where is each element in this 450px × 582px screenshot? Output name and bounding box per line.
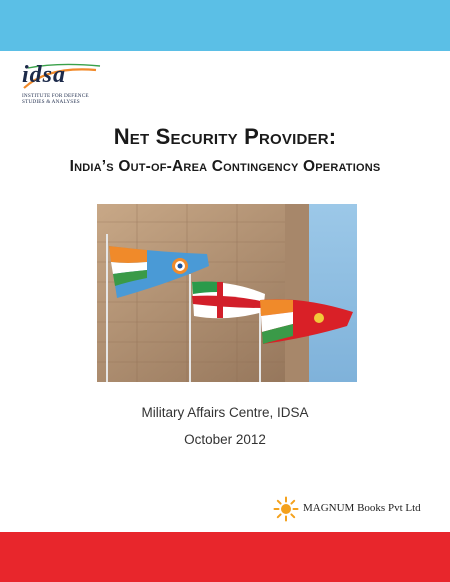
publisher-name: MAGNUM Books Pvt Ltd [303, 502, 421, 514]
logo-line-2: STUDIES & ANALYSES [22, 99, 80, 105]
publisher-logo: MAGNUM Books Pvt Ltd [273, 496, 443, 524]
department-text: Military Affairs Centre, IDSA [141, 405, 309, 420]
book-title: Net Security Provider: [113, 124, 337, 149]
logo-wordmark: idsa [22, 62, 67, 88]
publication-date: October 2012 [184, 432, 266, 447]
sun-icon [273, 496, 299, 522]
book-subtitle: India’s Out-of-Area Contingency Operatio… [69, 158, 381, 175]
idsa-logo: idsa INSTITUTE FOR DEFENCE STUDIES & ANA… [18, 62, 108, 110]
bottom-color-band [0, 532, 450, 582]
flags-photo-icon [97, 204, 357, 382]
top-color-band [0, 0, 450, 51]
cover-photo [97, 204, 357, 382]
